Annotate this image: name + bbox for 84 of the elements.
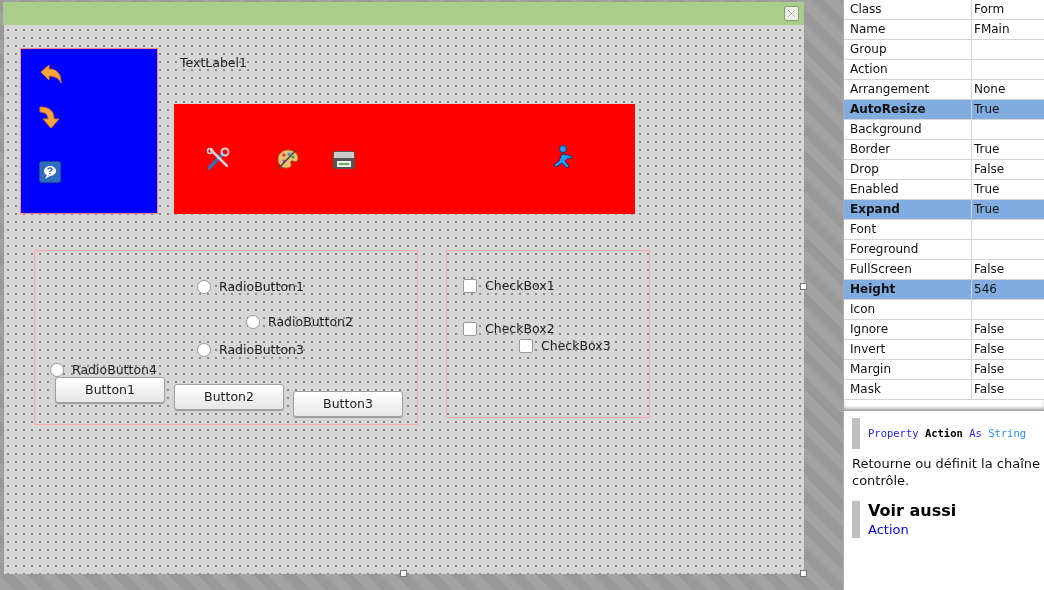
checkbox-label: CheckBox3: [541, 337, 611, 355]
property-row[interactable]: Background: [844, 120, 1044, 140]
property-row[interactable]: Margin False: [844, 360, 1044, 380]
property-value: FMain: [973, 21, 1010, 38]
property-name: Drop: [844, 160, 972, 179]
close-button[interactable]: [784, 6, 799, 21]
radio-label: RadioButton1: [219, 278, 304, 296]
property-value: False: [973, 381, 1005, 398]
redo-arrow-icon[interactable]: [38, 104, 62, 130]
property-row[interactable]: Drop False: [844, 160, 1044, 180]
property-name: Mask: [844, 380, 972, 399]
checkbox[interactable]: [463, 322, 477, 337]
push-button[interactable]: Button2: [174, 384, 284, 410]
section-heading: Voir aussi: [868, 501, 957, 521]
property-name: AutoResize: [844, 100, 972, 119]
property-value: True: [973, 141, 1000, 158]
see-also-link[interactable]: Action: [868, 521, 957, 538]
radio-label: RadioButton2: [268, 313, 353, 331]
property-row[interactable]: Ignore False: [844, 320, 1044, 340]
property-name: Name: [844, 20, 972, 39]
property-value: None: [973, 81, 1006, 98]
property-name: Background: [844, 120, 972, 139]
property-value: False: [973, 361, 1005, 378]
property-row[interactable]: FullScreen False: [844, 260, 1044, 280]
property-row[interactable]: Class Form: [844, 0, 1044, 20]
property-value: Form: [973, 1, 1005, 18]
checkbox-label: CheckBox2: [485, 320, 555, 338]
property-row[interactable]: Action: [844, 60, 1044, 80]
property-name: Group: [844, 40, 972, 59]
property-name: Action: [844, 60, 972, 79]
tools-icon[interactable]: [206, 147, 230, 171]
push-button[interactable]: Button1: [55, 377, 165, 403]
property-row[interactable]: Name FMain: [844, 20, 1044, 40]
property-value: False: [973, 161, 1005, 178]
property-row[interactable]: Enabled True: [844, 180, 1044, 200]
property-value: 546: [973, 281, 997, 298]
property-row[interactable]: Mask False: [844, 380, 1044, 400]
description-text: contrôle.: [852, 472, 911, 489]
property-row[interactable]: Icon: [844, 300, 1044, 320]
property-name: Class: [844, 0, 972, 19]
property-value: False: [973, 261, 1005, 278]
property-name: FullScreen: [844, 260, 972, 279]
help-icon[interactable]: [39, 161, 61, 183]
property-name: Border: [844, 140, 972, 159]
resize-handle[interactable]: [400, 570, 407, 577]
checkbox[interactable]: [463, 279, 477, 294]
text-label: TextLabel1: [180, 54, 247, 72]
property-name: Expand: [844, 200, 972, 219]
property-value: False: [973, 321, 1005, 338]
property-value: True: [973, 101, 1000, 118]
property-row[interactable]: Height 546: [844, 280, 1044, 300]
resize-handle[interactable]: [800, 570, 807, 577]
property-row[interactable]: Group: [844, 40, 1044, 60]
quote-bar: [852, 418, 860, 449]
description-text: Retourne ou définit la chaîne: [852, 455, 1041, 472]
property-name: Invert: [844, 340, 972, 359]
resize-handle[interactable]: [800, 283, 807, 290]
code-signature: Property Action As String: [868, 425, 1027, 441]
push-button[interactable]: Button3: [293, 391, 403, 417]
property-name: Foreground: [844, 240, 972, 259]
property-name: Arrangement: [844, 80, 972, 99]
property-row[interactable]: Expand True: [844, 200, 1044, 220]
checkbox-label: CheckBox1: [485, 277, 555, 295]
property-name: Font: [844, 220, 972, 239]
property-name: Ignore: [844, 320, 972, 339]
property-row[interactable]: Invert False: [844, 340, 1044, 360]
quote-bar: [852, 501, 860, 538]
palette-icon[interactable]: [276, 147, 300, 171]
printer-icon[interactable]: [332, 149, 356, 171]
property-value: True: [973, 181, 1000, 198]
property-row[interactable]: Arrangement None: [844, 80, 1044, 100]
property-name: Margin: [844, 360, 972, 379]
checkbox[interactable]: [519, 339, 533, 354]
radio-label: RadioButton4: [72, 361, 157, 379]
property-name: Height: [844, 280, 972, 299]
property-row[interactable]: AutoResize True: [844, 100, 1044, 120]
property-value: False: [973, 341, 1005, 358]
property-row[interactable]: Font: [844, 220, 1044, 240]
property-value: True: [973, 201, 1000, 218]
property-row[interactable]: Border True: [844, 140, 1044, 160]
radio-label: RadioButton3: [219, 341, 304, 359]
property-name: Enabled: [844, 180, 972, 199]
property-row[interactable]: Foreground: [844, 240, 1044, 260]
property-name: Icon: [844, 300, 972, 319]
